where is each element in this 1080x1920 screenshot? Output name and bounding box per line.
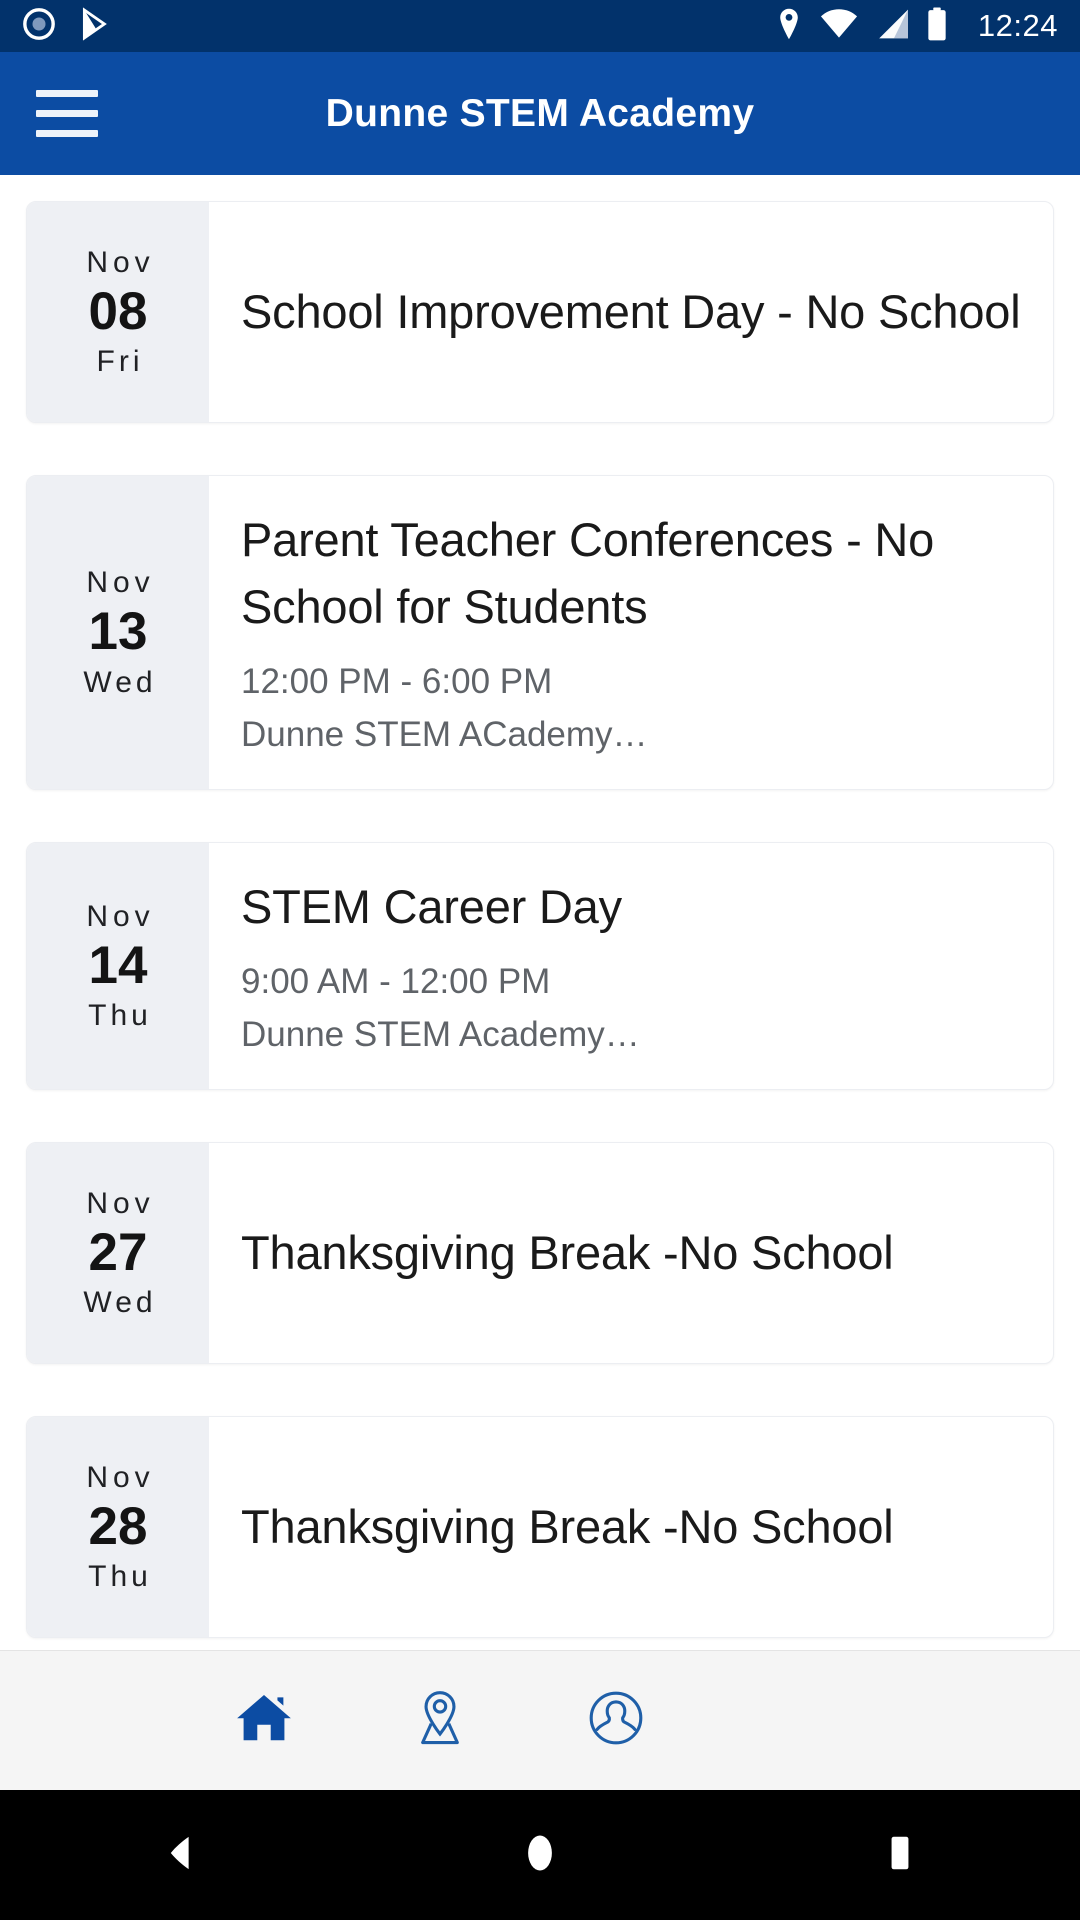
event-date-block: Nov 13 Wed — [27, 476, 209, 789]
event-date-block: Nov 14 Thu — [27, 843, 209, 1089]
event-title: STEM Career Day — [241, 880, 622, 933]
event-location: Dunne STEM Academy… — [241, 1014, 640, 1054]
event-weekday: Wed — [83, 1285, 157, 1319]
record-circle-icon — [22, 7, 56, 46]
event-card[interactable]: Nov 08 Fri School Improvement Day - No S… — [26, 201, 1054, 423]
event-list[interactable]: Nov 08 Fri School Improvement Day - No S… — [0, 175, 1080, 1650]
event-weekday: Wed — [83, 665, 157, 699]
tab-map[interactable] — [352, 1687, 528, 1754]
event-month: Nov — [86, 899, 155, 933]
event-details: Thanksgiving Break -No School — [209, 1417, 1053, 1637]
nav-home-button[interactable] — [450, 1830, 630, 1881]
tab-home[interactable] — [176, 1687, 352, 1754]
status-bar-right-icons: 12:24 — [774, 6, 1058, 46]
home-icon — [233, 1687, 295, 1754]
app-bar: Dunne STEM Academy — [0, 52, 1080, 175]
event-details: STEM Career Day 9:00 AM - 12:00 PM Dunne… — [209, 843, 1053, 1089]
map-pin-icon — [409, 1687, 471, 1754]
event-card[interactable]: Nov 28 Thu Thanksgiving Break -No School — [26, 1415, 1054, 1638]
event-month: Nov — [86, 566, 155, 600]
event-time: 12:00 PM - 6:00 PM — [241, 662, 553, 702]
status-bar: 12:24 — [0, 0, 1080, 52]
event-month: Nov — [86, 1460, 155, 1494]
event-day: 13 — [88, 602, 148, 662]
status-bar-clock: 12:24 — [977, 8, 1058, 43]
status-bar-left-icons — [22, 6, 112, 46]
nav-back-button[interactable] — [90, 1830, 270, 1881]
event-details: Thanksgiving Break -No School — [209, 1143, 1053, 1363]
cellular-signal-icon — [874, 8, 910, 45]
hamburger-menu-icon[interactable] — [36, 90, 140, 137]
wifi-icon — [820, 8, 858, 45]
event-title: Thanksgiving Break -No School — [241, 1226, 894, 1280]
event-details: Parent Teacher Conferences - No School f… — [209, 476, 1053, 789]
event-time: 9:00 AM - 12:00 PM — [241, 962, 551, 1002]
event-weekday: Thu — [88, 1559, 152, 1593]
event-card[interactable]: Nov 27 Wed Thanksgiving Break -No School — [26, 1141, 1054, 1364]
event-date-block: Nov 08 Fri — [27, 202, 209, 422]
event-month: Nov — [86, 245, 155, 279]
event-day: 27 — [88, 1222, 148, 1282]
location-icon — [774, 7, 804, 46]
event-day: 14 — [88, 935, 148, 995]
bottom-tab-bar — [0, 1650, 1080, 1790]
recents-square-icon — [877, 1830, 923, 1881]
home-circle-icon — [517, 1830, 563, 1881]
event-day: 28 — [88, 1496, 148, 1556]
battery-icon — [926, 6, 948, 46]
event-card[interactable]: Nov 13 Wed Parent Teacher Conferences - … — [26, 475, 1054, 790]
hamburger-line-1 — [36, 90, 98, 97]
event-card[interactable]: Nov 14 Thu STEM Career Day 9:00 AM - 12:… — [26, 842, 1054, 1090]
event-weekday: Thu — [88, 999, 152, 1033]
page-title: Dunne STEM Academy — [325, 91, 755, 135]
event-month: Nov — [86, 1186, 155, 1220]
phone-screen: 12:24 Dunne STEM Academy Nov 08 Fri Scho… — [0, 0, 1080, 1920]
event-day: 08 — [88, 281, 148, 341]
hamburger-line-2 — [36, 110, 98, 117]
hamburger-line-3 — [36, 130, 98, 137]
android-nav-bar — [0, 1790, 1080, 1920]
event-details: School Improvement Day - No School — [209, 202, 1053, 422]
event-location: Dunne STEM ACademy… — [241, 714, 648, 754]
event-title: Parent Teacher Conferences - No School f… — [241, 513, 935, 634]
event-date-block: Nov 28 Thu — [27, 1416, 209, 1637]
event-weekday: Fri — [96, 345, 144, 379]
event-title: School Improvement Day - No School — [241, 285, 1021, 339]
event-title: Thanksgiving Break -No School — [241, 1500, 894, 1554]
event-date-block: Nov 27 Wed — [27, 1142, 209, 1363]
tab-profile[interactable] — [528, 1687, 704, 1754]
nav-recents-button[interactable] — [810, 1830, 990, 1881]
profile-icon — [585, 1687, 647, 1754]
play-store-icon — [78, 6, 112, 46]
back-triangle-icon — [157, 1830, 203, 1881]
